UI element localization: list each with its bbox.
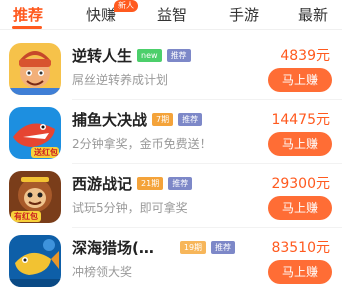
- monkey-king-icon: 有红包: [9, 171, 61, 223]
- tab-latest[interactable]: 最新: [298, 4, 328, 25]
- reward-amount: 4839元: [280, 48, 330, 64]
- category-tabs: 推荐 快赚 新人 益智 手游 最新: [0, 0, 342, 30]
- list-item[interactable]: 逆转人生 new 推荐 屌丝逆转养成计划 4839元 马上赚: [0, 36, 342, 100]
- period-tag: 19期: [179, 240, 207, 254]
- icon-text: 有红包: [14, 212, 38, 221]
- app-title: 深海猎场(…: [72, 238, 154, 257]
- reward-amount: 83510元: [271, 240, 330, 256]
- earn-now-button[interactable]: 马上赚: [268, 68, 332, 92]
- list-item[interactable]: 有红包 西游战记 21期 推荐 试玩5分钟，即可拿奖 29300元 马上赚: [0, 164, 342, 228]
- app-subtitle: 冲榜领大奖: [72, 265, 133, 279]
- deep-sea-fish-icon: [9, 235, 61, 287]
- recommended-tag: 推荐: [166, 48, 191, 62]
- tab-mobile-games[interactable]: 手游: [229, 4, 259, 25]
- new-tag: new: [137, 48, 162, 62]
- earn-now-button[interactable]: 马上赚: [268, 260, 332, 284]
- app-subtitle: 屌丝逆转养成计划: [72, 73, 169, 87]
- app-title: 逆转人生: [72, 46, 133, 65]
- app-title: 西游战记: [72, 174, 133, 193]
- earn-now-button[interactable]: 马上赚: [268, 196, 332, 220]
- recommended-tag: 推荐: [168, 176, 193, 190]
- tab-puzzle[interactable]: 益智: [157, 4, 187, 25]
- list-item[interactable]: 深海猎场(… 19期 推荐 冲榜领大奖 83510元 马上赚: [0, 228, 342, 287]
- period-tag: 7期: [152, 112, 174, 126]
- icon-text: 送红包: [34, 148, 58, 157]
- tab-recommended[interactable]: 推荐: [13, 4, 43, 25]
- period-tag: 21期: [137, 176, 164, 190]
- list-item[interactable]: 送红包 捕鱼大决战 7期 推荐 2分钟拿奖，金币免费送！ 14475元 马上赚: [0, 100, 342, 164]
- app-title: 捕鱼大决战: [72, 110, 148, 129]
- cartoon-boy-icon: [9, 43, 61, 95]
- earn-now-button[interactable]: 马上赚: [268, 132, 332, 156]
- tab-quick-earn[interactable]: 快赚: [86, 4, 116, 25]
- recommended-tag: 推荐: [178, 112, 203, 126]
- app-subtitle: 试玩5分钟，即可拿奖: [72, 201, 188, 215]
- active-tab-indicator: [12, 26, 42, 29]
- new-user-badge: 新人: [114, 0, 138, 12]
- app-subtitle: 2分钟拿奖，金币免费送！: [72, 137, 212, 151]
- recommended-tag: 推荐: [211, 240, 236, 254]
- reward-amount: 29300元: [271, 176, 330, 192]
- shark-red-envelope-icon: 送红包: [9, 107, 61, 159]
- reward-amount: 14475元: [271, 112, 330, 128]
